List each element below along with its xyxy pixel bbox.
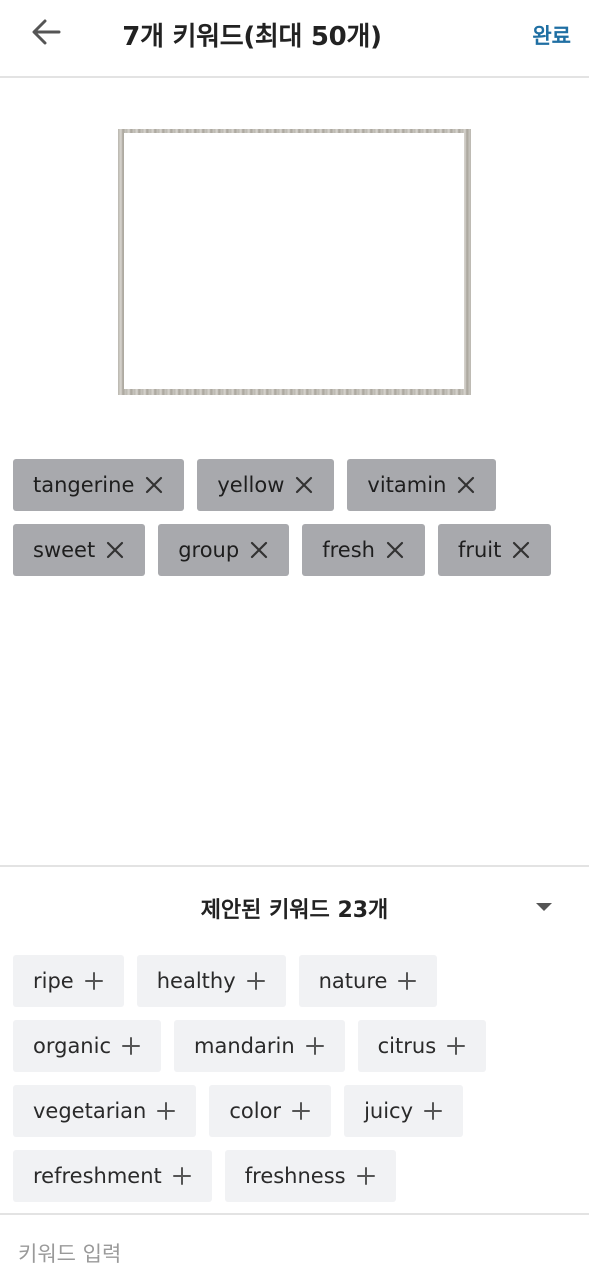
- suggested-keywords-title: 제안된 키워드 23개: [200, 898, 389, 923]
- close-icon[interactable]: [511, 540, 531, 560]
- suggested-keyword-chip[interactable]: vegetarian: [13, 1085, 197, 1137]
- suggested-keyword-chip[interactable]: mandarin: [174, 1020, 345, 1072]
- suggested-keyword-chip[interactable]: juicy: [344, 1085, 464, 1137]
- keyword-label: fruit: [457, 538, 502, 562]
- selected-keywords: tangerine yellow vitamin sweet group fresh fru…: [13, 459, 583, 589]
- keyword-label: color: [229, 1099, 282, 1123]
- suggested-keyword-chip[interactable]: ripe: [13, 955, 124, 1007]
- close-icon[interactable]: [456, 475, 476, 495]
- plus-icon[interactable]: [423, 1101, 443, 1121]
- suggested-keyword-chip[interactable]: healthy: [136, 955, 286, 1007]
- suggested-keyword-chip[interactable]: color: [209, 1085, 332, 1137]
- plus-icon[interactable]: [446, 1036, 466, 1056]
- suggested-keywords: ripe healthy nature organic mandarin citrus ve…: [13, 955, 583, 1215]
- keyword-label: citrus: [377, 1034, 437, 1058]
- selected-keyword-tag[interactable]: sweet: [13, 524, 146, 576]
- selected-keywords-row: tangerine yellow vitamin: [13, 459, 583, 511]
- keyword-label: refreshment: [33, 1164, 162, 1188]
- suggested-keyword-chip[interactable]: freshness: [224, 1150, 396, 1202]
- page-title: 7개 키워드(최대 50개): [122, 22, 382, 52]
- close-icon[interactable]: [249, 540, 269, 560]
- selected-keyword-tag[interactable]: fruit: [437, 524, 552, 576]
- plus-icon[interactable]: [84, 971, 104, 991]
- suggested-keywords-row: ripe healthy nature: [13, 955, 583, 1007]
- selected-keyword-tag[interactable]: vitamin: [347, 459, 497, 511]
- close-icon[interactable]: [385, 540, 405, 560]
- plus-icon[interactable]: [172, 1166, 192, 1186]
- keyword-label: vegetarian: [33, 1099, 147, 1123]
- plus-icon[interactable]: [305, 1036, 325, 1056]
- keyword-label: tangerine: [33, 473, 135, 497]
- keyword-input[interactable]: [18, 1236, 568, 1272]
- close-icon[interactable]: [144, 475, 164, 495]
- plus-icon[interactable]: [291, 1101, 311, 1121]
- close-icon[interactable]: [294, 475, 314, 495]
- plus-icon[interactable]: [121, 1036, 141, 1056]
- collapse-button[interactable]: [533, 898, 555, 914]
- suggested-keyword-chip[interactable]: citrus: [357, 1020, 487, 1072]
- selected-keyword-tag[interactable]: group: [158, 524, 290, 576]
- suggested-keyword-chip[interactable]: nature: [298, 955, 438, 1007]
- keyword-label: yellow: [217, 473, 285, 497]
- keyword-label: healthy: [156, 969, 236, 993]
- keyword-label: nature: [318, 969, 388, 993]
- selected-keyword-tag[interactable]: yellow: [197, 459, 335, 511]
- top-bar: 7개 키워드(최대 50개) 완료: [0, 0, 589, 78]
- plus-icon[interactable]: [246, 971, 266, 991]
- close-icon[interactable]: [105, 540, 125, 560]
- divider: [0, 865, 589, 867]
- plus-icon[interactable]: [156, 1101, 176, 1121]
- keyword-label: mandarin: [194, 1034, 295, 1058]
- keyword-label: freshness: [244, 1164, 346, 1188]
- keyword-label: ripe: [33, 969, 74, 993]
- keyword-label: juicy: [364, 1099, 414, 1123]
- suggested-keyword-chip[interactable]: refreshment: [13, 1150, 212, 1202]
- keyword-label: vitamin: [367, 473, 447, 497]
- suggested-keywords-row: organic mandarin citrus: [13, 1020, 583, 1072]
- suggested-keyword-chip[interactable]: organic: [13, 1020, 162, 1072]
- plus-icon[interactable]: [356, 1166, 376, 1186]
- caret-down-icon: [535, 897, 553, 916]
- keyword-label: fresh: [322, 538, 375, 562]
- keyword-label: organic: [33, 1034, 112, 1058]
- photo-thumbnail: [118, 129, 471, 395]
- keyword-label: sweet: [33, 538, 96, 562]
- selected-keyword-tag[interactable]: fresh: [302, 524, 425, 576]
- keyword-label: group: [178, 538, 240, 562]
- suggested-keywords-row: refreshment freshness: [13, 1150, 583, 1202]
- selected-keyword-tag[interactable]: tangerine: [13, 459, 185, 511]
- done-button[interactable]: 완료: [532, 20, 571, 50]
- suggested-keywords-row: vegetarian color juicy: [13, 1085, 583, 1137]
- divider: [0, 1213, 589, 1215]
- plus-icon[interactable]: [397, 971, 417, 991]
- selected-keywords-row: sweet group fresh fruit: [13, 524, 583, 576]
